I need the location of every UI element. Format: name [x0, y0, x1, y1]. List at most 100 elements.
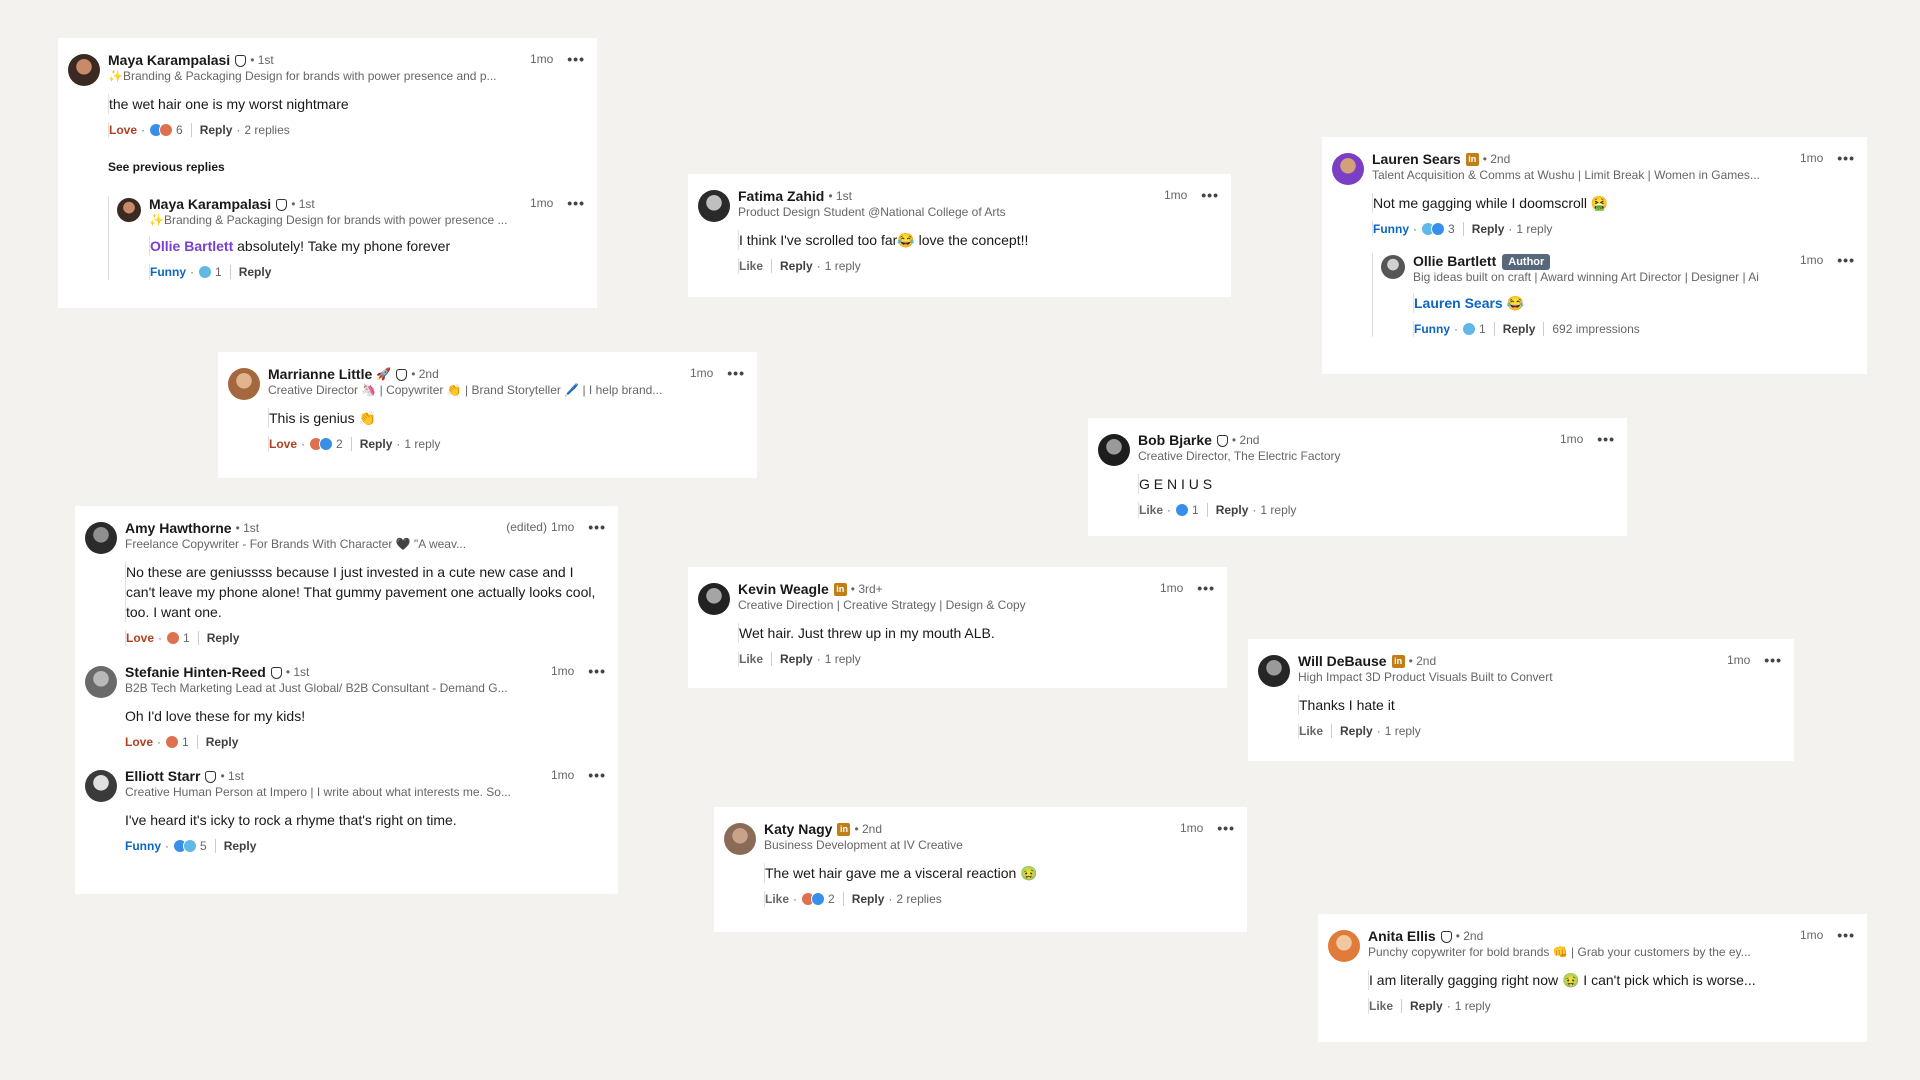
reaction-icons[interactable] [198, 265, 212, 279]
more-options-icon[interactable]: ••• [1837, 928, 1855, 942]
author-name[interactable]: Will DeBause [1298, 653, 1387, 670]
avatar[interactable] [1328, 930, 1360, 962]
more-options-icon[interactable]: ••• [588, 768, 606, 782]
like-button[interactable]: Like [739, 651, 763, 667]
replies-count[interactable]: 2 replies [244, 122, 289, 138]
reaction-count[interactable]: 5 [200, 838, 207, 854]
reaction-button[interactable]: Funny [125, 838, 161, 854]
more-options-icon[interactable]: ••• [567, 196, 585, 210]
author-name[interactable]: Maya Karampalasi [108, 52, 230, 69]
author-name[interactable]: Amy Hawthorne [125, 520, 232, 537]
reply-button[interactable]: Reply [780, 258, 813, 274]
see-previous-replies-link[interactable]: See previous replies [108, 160, 585, 174]
author-name[interactable]: Ollie Bartlett [1413, 253, 1496, 270]
reaction-button[interactable]: Funny [1414, 321, 1450, 337]
more-options-icon[interactable]: ••• [1764, 653, 1782, 667]
reaction-count[interactable]: 6 [176, 122, 183, 138]
like-button[interactable]: Like [1369, 998, 1393, 1014]
reaction-button[interactable]: Love [125, 734, 153, 750]
reply-button[interactable]: Reply [207, 630, 240, 646]
author-name[interactable]: Katy Nagy [764, 821, 832, 838]
avatar[interactable] [85, 770, 117, 802]
reaction-count[interactable]: 1 [215, 264, 222, 280]
author-name[interactable]: Lauren Sears [1372, 151, 1461, 168]
reply-button[interactable]: Reply [224, 838, 257, 854]
avatar[interactable] [1332, 153, 1364, 185]
reply-button[interactable]: Reply [1216, 502, 1249, 518]
more-options-icon[interactable]: ••• [1197, 581, 1215, 595]
avatar[interactable] [68, 54, 100, 86]
reaction-icons[interactable] [166, 631, 181, 645]
reaction-icons[interactable] [165, 735, 180, 749]
like-button[interactable]: Like [1139, 502, 1163, 518]
reaction-count[interactable]: 1 [183, 630, 190, 646]
reaction-icons[interactable] [801, 892, 826, 906]
replies-count[interactable]: 1 reply [825, 258, 861, 274]
more-options-icon[interactable]: ••• [588, 520, 606, 534]
reaction-count[interactable]: 1 [182, 734, 189, 750]
avatar[interactable] [1381, 255, 1405, 279]
reaction-icons[interactable] [1462, 322, 1476, 336]
reply-button[interactable]: Reply [200, 122, 233, 138]
author-name[interactable]: Elliott Starr [125, 768, 200, 785]
reaction-icons[interactable] [1175, 503, 1190, 517]
author-name[interactable]: Maya Karampalasi [149, 196, 271, 213]
replies-count[interactable]: 1 reply [1516, 221, 1552, 237]
author-name[interactable]: Kevin Weagle [738, 581, 829, 598]
more-options-icon[interactable]: ••• [1597, 432, 1615, 446]
reply-button[interactable]: Reply [1410, 998, 1443, 1014]
replies-count[interactable]: 1 reply [825, 651, 861, 667]
reaction-button[interactable]: Love [126, 630, 154, 646]
more-options-icon[interactable]: ••• [727, 366, 745, 380]
more-options-icon[interactable]: ••• [567, 52, 585, 66]
replies-count[interactable]: 1 reply [1385, 723, 1421, 739]
mention-link[interactable]: Lauren Sears [1414, 295, 1503, 311]
impressions-count[interactable]: 692 impressions [1552, 321, 1639, 337]
reaction-button[interactable]: Funny [1373, 221, 1409, 237]
reply-button[interactable]: Reply [1472, 221, 1505, 237]
author-name[interactable]: Fatima Zahid [738, 188, 824, 205]
avatar[interactable] [1098, 434, 1130, 466]
avatar[interactable] [85, 666, 117, 698]
reaction-icons[interactable] [173, 839, 197, 853]
author-name[interactable]: Stefanie Hinten-Reed [125, 664, 266, 681]
reaction-count[interactable]: 3 [1448, 221, 1455, 237]
reply-button[interactable]: Reply [1340, 723, 1373, 739]
reaction-button[interactable]: Love [109, 122, 137, 138]
reply-button[interactable]: Reply [852, 891, 885, 907]
reply-button[interactable]: Reply [206, 734, 239, 750]
replies-count[interactable]: 1 reply [1260, 502, 1296, 518]
author-name[interactable]: Bob Bjarke [1138, 432, 1212, 449]
reply-button[interactable]: Reply [360, 436, 393, 452]
reaction-count[interactable]: 1 [1192, 502, 1199, 518]
reply-button[interactable]: Reply [239, 264, 272, 280]
avatar[interactable] [1258, 655, 1290, 687]
like-button[interactable]: Like [739, 258, 763, 274]
more-options-icon[interactable]: ••• [1217, 821, 1235, 835]
author-name[interactable]: Marrianne Little [268, 366, 372, 383]
reaction-count[interactable]: 2 [336, 436, 343, 452]
reaction-count[interactable]: 1 [1479, 321, 1486, 337]
like-button[interactable]: Like [765, 891, 789, 907]
reaction-icons[interactable] [1421, 222, 1445, 236]
reply-button[interactable]: Reply [1503, 321, 1536, 337]
avatar[interactable] [85, 522, 117, 554]
more-options-icon[interactable]: ••• [1201, 188, 1219, 202]
replies-count[interactable]: 1 reply [404, 436, 440, 452]
more-options-icon[interactable]: ••• [588, 664, 606, 678]
reaction-icons[interactable] [149, 123, 174, 137]
avatar[interactable] [228, 368, 260, 400]
reaction-button[interactable]: Funny [150, 264, 186, 280]
reply-button[interactable]: Reply [780, 651, 813, 667]
avatar[interactable] [724, 823, 756, 855]
like-button[interactable]: Like [1299, 723, 1323, 739]
reaction-icons[interactable] [309, 437, 334, 451]
avatar[interactable] [698, 583, 730, 615]
avatar[interactable] [698, 190, 730, 222]
author-name[interactable]: Anita Ellis [1368, 928, 1436, 945]
reaction-count[interactable]: 2 [828, 891, 835, 907]
replies-count[interactable]: 2 replies [896, 891, 941, 907]
reaction-button[interactable]: Love [269, 436, 297, 452]
mention-link[interactable]: Ollie Bartlett [150, 238, 233, 254]
more-options-icon[interactable]: ••• [1837, 253, 1855, 267]
